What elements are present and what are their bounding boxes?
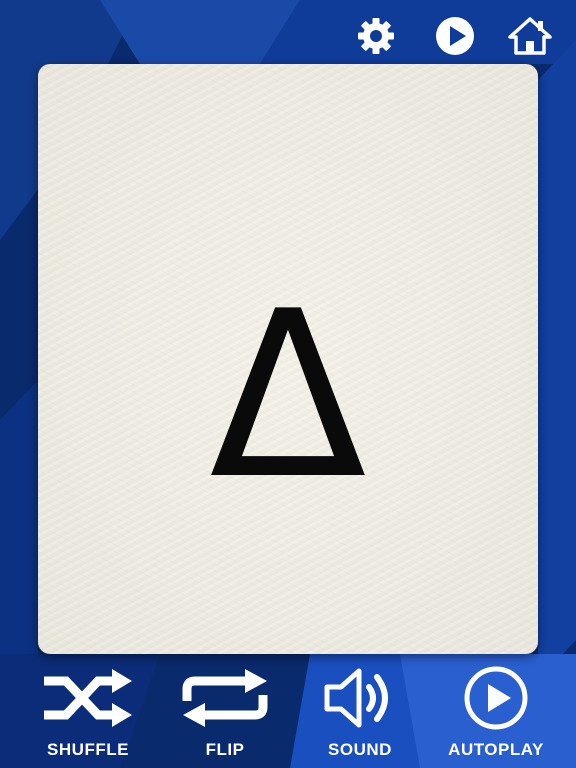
play-button[interactable] [433,14,477,58]
sound-icon [324,668,388,728]
card-symbol: Δ [209,263,367,530]
flip-button[interactable]: FLIP [175,664,275,768]
shuffle-icon [44,669,132,727]
sound-button[interactable]: SOUND [310,664,410,768]
bottom-toolbar: SHUFFLE FLIP SOUND AUTOPLAY [0,664,576,768]
settings-button[interactable] [354,14,398,58]
shuffle-label: SHUFFLE [47,740,129,759]
home-icon [508,17,552,55]
sound-label: SOUND [328,740,392,759]
flip-label: FLIP [205,740,245,759]
gear-icon [358,18,394,54]
autoplay-icon [464,666,528,730]
play-icon [436,17,474,55]
flip-icon [182,669,268,727]
autoplay-label: AUTOPLAY [448,740,544,759]
top-toolbar [0,14,576,58]
shuffle-button[interactable]: SHUFFLE [38,664,138,768]
home-button[interactable] [508,14,552,58]
flashcard[interactable]: Δ [38,64,538,654]
autoplay-button[interactable]: AUTOPLAY [441,664,551,768]
